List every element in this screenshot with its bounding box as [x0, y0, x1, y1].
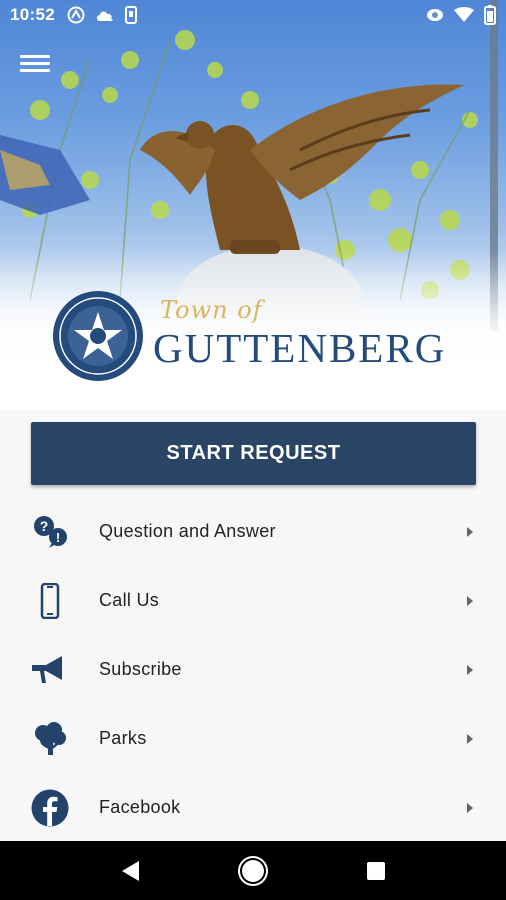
menu-item-label: Parks [99, 728, 147, 748]
menu-item-label: Subscribe [99, 659, 182, 679]
status-bar: 10:52 [0, 0, 506, 30]
android-navigation-bar [0, 841, 506, 900]
phone-icon [30, 581, 70, 621]
town-seal-logo [53, 291, 143, 381]
svg-text:?: ? [40, 518, 49, 534]
tree-icon [30, 719, 70, 759]
phone-notification-icon [124, 6, 137, 24]
menu-item-call-us[interactable]: Call Us [0, 566, 506, 635]
hero-banner: Town of GUTTENBERG [0, 0, 506, 410]
menu-item-facebook[interactable]: Facebook [0, 773, 506, 842]
menu-item-label: Question and Answer [99, 521, 276, 541]
app-notification-icon [67, 6, 85, 24]
chevron-right-icon [467, 595, 473, 606]
logo-script-text: Town of [160, 296, 263, 324]
menu-item-question-and-answer[interactable]: ? ! Question and Answer [0, 497, 506, 566]
logo-town-name: GUTTENBERG [153, 325, 447, 371]
menu-list: ? ! Question and Answer Call Us Subscrib… [0, 497, 506, 842]
chevron-right-icon [467, 664, 473, 675]
facebook-icon [30, 788, 70, 828]
menu-item-label: Call Us [99, 590, 160, 610]
menu-item-subscribe[interactable]: Subscribe [0, 635, 506, 704]
eye-icon [427, 9, 443, 21]
chevron-right-icon [467, 733, 473, 744]
chevron-right-icon [467, 526, 473, 537]
start-request-button[interactable]: START REQUEST [31, 422, 476, 485]
svg-text:!: ! [56, 530, 60, 545]
question-answer-icon: ? ! [30, 512, 70, 552]
status-time: 10:52 [10, 5, 55, 24]
home-icon[interactable] [241, 859, 264, 882]
wifi-icon [454, 7, 474, 22]
menu-item-label: Facebook [99, 797, 181, 817]
cloud-icon [96, 11, 113, 21]
menu-item-parks[interactable]: Parks [0, 704, 506, 773]
back-icon[interactable] [121, 860, 139, 881]
megaphone-icon [30, 650, 70, 690]
chevron-right-icon [467, 802, 473, 813]
hamburger-menu-icon[interactable] [20, 52, 50, 76]
battery-icon [484, 5, 496, 25]
recent-apps-icon[interactable] [366, 861, 385, 880]
